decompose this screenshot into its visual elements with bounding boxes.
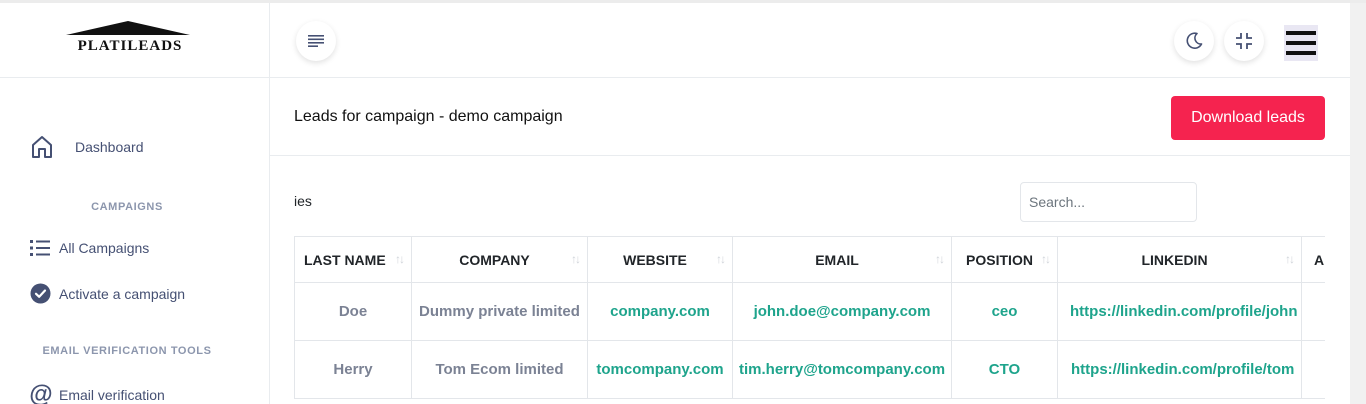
sort-icon: ↑↓ [571,252,581,266]
logo-roof-shape [66,21,190,35]
column-header-truncated[interactable]: A [1301,236,1325,283]
sort-icon: ↑↓ [395,252,405,266]
cell-linkedin[interactable]: https://linkedin.com/profile/john [1057,282,1302,341]
entries-label: ies [294,193,312,209]
sort-icon: ↑↓ [1285,252,1295,266]
search-input[interactable] [1020,182,1197,222]
cell-company: Dummy private limited [411,282,588,341]
page-title: Leads for campaign - demo campaign [294,108,563,125]
theme-toggle-button[interactable] [1174,21,1214,61]
column-header-email[interactable]: EMAIL ↑↓ [732,236,952,283]
cell-position: ceo [951,282,1058,341]
sidebar-item-email-verification[interactable]: @ Email verification [29,381,165,404]
page-scrollbar[interactable] [1350,3,1366,404]
download-leads-button[interactable]: Download leads [1171,96,1325,140]
sort-icon: ↑↓ [935,252,945,266]
section-heading-campaigns: CAMPAIGNS [91,201,163,213]
sidebar-item-activate-campaign[interactable]: Activate a campaign [30,283,185,304]
sidebar-item-label: Email verification [59,387,165,403]
leads-table-container: LAST NAME ↑↓ COMPANY ↑↓ WEBSITE ↑↓ EMAIL ↑↓ … [294,236,1325,404]
table-row: Doe Dummy private limited company.com jo… [294,282,1325,341]
column-header-last-name[interactable]: LAST NAME ↑↓ [294,236,412,283]
sidebar-item-label: Activate a campaign [59,285,186,302]
table-row: Herry Tom Ecom limited tomcompany.com ti… [294,340,1325,399]
home-icon [30,135,54,159]
cell-truncated [1301,340,1325,399]
column-header-company[interactable]: COMPANY ↑↓ [411,236,588,283]
fullscreen-toggle-button[interactable] [1224,21,1264,61]
app-root: PLATILEADS Dashboard CAMPAIGNS All Campa… [0,0,1366,404]
cell-email[interactable]: john.doe@company.com [732,282,952,341]
cell-truncated [1301,282,1325,341]
cell-company: Tom Ecom limited [411,340,588,399]
list-icon [30,239,50,257]
leads-table: LAST NAME ↑↓ COMPANY ↑↓ WEBSITE ↑↓ EMAIL ↑↓ … [294,236,1325,399]
cell-email[interactable]: tim.herry@tomcompany.com [732,340,952,399]
topbar [270,3,1350,78]
cell-position: CTO [951,340,1058,399]
check-circle-icon [30,283,51,304]
column-header-linkedin[interactable]: LINKEDIN ↑↓ [1057,236,1302,283]
sidebar-item-label: Dashboard [75,139,144,155]
column-header-website[interactable]: WEBSITE ↑↓ [587,236,733,283]
brand-logo[interactable]: PLATILEADS [0,3,269,78]
at-icon: @ [29,381,53,404]
cell-website[interactable]: tomcompany.com [587,340,733,399]
cell-last-name: Doe [294,282,412,341]
cell-last-name: Herry [294,340,412,399]
sort-icon: ↑↓ [1041,252,1051,266]
sidebar-item-all-campaigns[interactable]: All Campaigns [30,239,149,257]
card-header: Leads for campaign - demo campaign Downl… [270,79,1350,156]
sidebar: PLATILEADS Dashboard CAMPAIGNS All Campa… [0,3,270,404]
column-header-position[interactable]: POSITION ↑↓ [951,236,1058,283]
table-header-row: LAST NAME ↑↓ COMPANY ↑↓ WEBSITE ↑↓ EMAIL ↑↓ … [294,236,1325,283]
hamburger-menu-button[interactable] [1284,25,1318,61]
sidebar-item-label: All Campaigns [59,240,150,256]
menu-toggle-icon [308,35,324,47]
moon-icon [1185,32,1203,50]
cell-linkedin[interactable]: https://linkedin.com/profile/tom [1057,340,1302,399]
sort-icon: ↑↓ [716,252,726,266]
cell-website[interactable]: company.com [587,282,733,341]
hamburger-icon [1286,31,1316,35]
sidebar-item-dashboard[interactable]: Dashboard [30,135,144,159]
menu-toggle-button[interactable] [296,21,336,61]
compress-icon [1235,32,1253,50]
section-heading-email-tools: EMAIL VERIFICATION TOOLS [42,345,212,357]
brand-name: PLATILEADS [77,38,183,54]
